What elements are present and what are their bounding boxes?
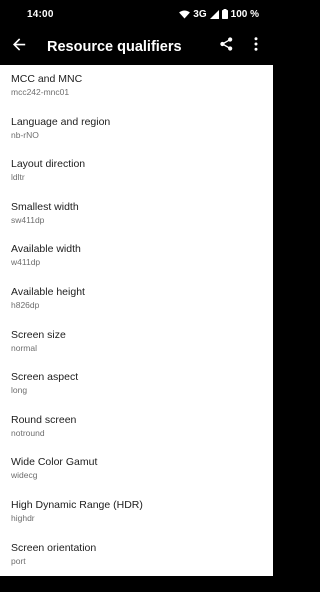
item-value: nb-rNO bbox=[11, 129, 39, 140]
item-title: Round screen bbox=[11, 413, 77, 426]
item-title: Screen orientation bbox=[11, 541, 97, 554]
item-value: h826dp bbox=[11, 299, 40, 310]
back-button[interactable] bbox=[0, 28, 38, 65]
item-value: ldltr bbox=[11, 172, 25, 183]
list-item-layout-direction[interactable]: Layout direction ldltr bbox=[0, 150, 273, 193]
page-title: Resource qualifiers bbox=[47, 38, 182, 55]
item-value: normal bbox=[11, 342, 37, 353]
item-title: Available width bbox=[11, 243, 81, 256]
more-options-button[interactable] bbox=[241, 28, 271, 65]
share-button[interactable] bbox=[211, 28, 241, 65]
item-title: Language and region bbox=[11, 115, 111, 128]
battery-icon bbox=[221, 9, 228, 19]
item-value: widecg bbox=[11, 470, 38, 481]
list-item-screen-aspect[interactable]: Screen aspect long bbox=[0, 363, 273, 406]
qualifier-list: MCC and MNC mcc242-mnc01 Language and re… bbox=[0, 65, 273, 576]
list-item-smallest-width[interactable]: Smallest width sw411dp bbox=[0, 193, 273, 236]
item-title: Screen aspect bbox=[11, 371, 79, 384]
list-item-screen-size[interactable]: Screen size normal bbox=[0, 321, 273, 364]
list-item-available-width[interactable]: Available width w411dp bbox=[0, 235, 273, 278]
signal-icon bbox=[209, 9, 219, 19]
item-title: Layout direction bbox=[11, 158, 86, 171]
list-item-wide-color-gamut[interactable]: Wide Color Gamut widecg bbox=[0, 448, 273, 491]
list-item-language-region[interactable]: Language and region nb-rNO bbox=[0, 108, 273, 151]
navigation-bar bbox=[0, 576, 273, 592]
app-bar: Resource qualifiers bbox=[0, 28, 273, 65]
item-title: Screen size bbox=[11, 328, 66, 341]
list-item-available-height[interactable]: Available height h826dp bbox=[0, 278, 273, 321]
share-icon bbox=[219, 37, 233, 56]
more-vert-icon bbox=[254, 37, 258, 56]
item-value: w411dp bbox=[11, 257, 41, 268]
item-title: Smallest width bbox=[11, 200, 79, 213]
wifi-icon bbox=[179, 10, 191, 19]
item-value: highdr bbox=[11, 512, 35, 523]
list-item-mcc-mnc[interactable]: MCC and MNC mcc242-mnc01 bbox=[0, 65, 273, 108]
arrow-left-icon bbox=[12, 37, 26, 56]
network-type-label: 3G bbox=[193, 8, 207, 20]
item-value: mcc242-mnc01 bbox=[11, 87, 70, 97]
item-value: long bbox=[11, 385, 28, 396]
item-value: notround bbox=[11, 427, 45, 438]
item-title: MCC and MNC bbox=[11, 73, 83, 85]
item-value: sw411dp bbox=[11, 214, 45, 225]
list-item-round-screen[interactable]: Round screen notround bbox=[0, 406, 273, 449]
status-time: 14:00 bbox=[27, 8, 54, 20]
battery-percent: 100 % bbox=[230, 8, 259, 20]
item-title: Wide Color Gamut bbox=[11, 456, 98, 469]
list-item-screen-orientation[interactable]: Screen orientation port bbox=[0, 534, 273, 576]
item-value: port bbox=[11, 555, 26, 566]
status-indicators: 3G 100 % bbox=[179, 9, 259, 20]
list-item-hdr[interactable]: High Dynamic Range (HDR) highdr bbox=[0, 491, 273, 534]
status-bar: 14:00 3G 100 % bbox=[0, 0, 273, 28]
item-title: High Dynamic Range (HDR) bbox=[11, 498, 143, 511]
item-title: Available height bbox=[11, 285, 85, 298]
